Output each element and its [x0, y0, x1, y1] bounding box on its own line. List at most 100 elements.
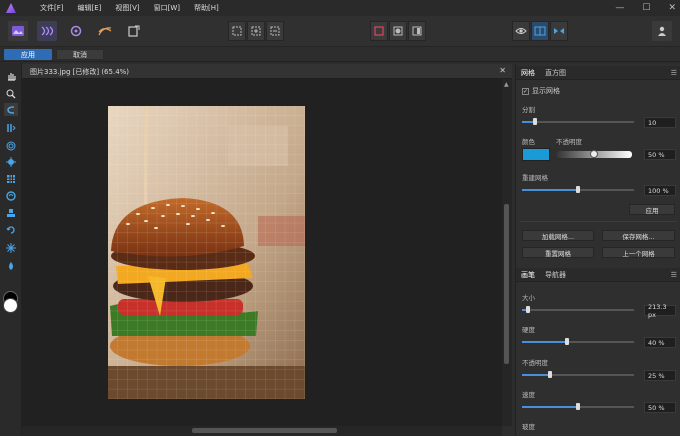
minimize-button[interactable]: —: [615, 3, 624, 13]
divisions-label: 分割: [522, 106, 535, 114]
reconstruct-tool[interactable]: [4, 223, 18, 236]
account-button[interactable]: [652, 21, 672, 41]
select-add-button[interactable]: [247, 21, 265, 41]
opacity-knob[interactable]: [590, 150, 598, 158]
horizontal-scrollbar[interactable]: [22, 426, 502, 436]
tools-panel: [0, 63, 22, 436]
flow-value[interactable]: 50 %: [644, 402, 676, 413]
menu-file[interactable]: 文件[F]: [40, 3, 64, 13]
brush-opacity-slider[interactable]: [522, 371, 634, 378]
burst-icon: [6, 156, 16, 167]
persona-liquify-button[interactable]: [37, 21, 57, 41]
photo-persona-icon: [12, 26, 24, 36]
punch-tool[interactable]: [4, 155, 18, 168]
load-grid-button[interactable]: 加载网格...: [522, 230, 594, 241]
cancel-button[interactable]: 取消: [56, 49, 104, 60]
previous-grid-button[interactable]: 上一个网格: [602, 247, 675, 258]
pinch-tool[interactable]: [4, 139, 18, 152]
mask-on-button[interactable]: [389, 21, 407, 41]
zoom-tool[interactable]: [4, 87, 18, 100]
menu-window[interactable]: 窗口[W]: [154, 3, 180, 13]
grid-apply-button[interactable]: 应用: [629, 204, 675, 215]
zoom-icon: [6, 89, 16, 98]
close-window-button[interactable]: ✕: [668, 3, 676, 13]
color-swatches[interactable]: [3, 291, 19, 313]
reset-grid-label: 重建网格: [522, 174, 548, 182]
opacity-gradient-slider[interactable]: [556, 150, 632, 158]
canvas-area[interactable]: [22, 79, 502, 426]
brush-panel-menu-icon[interactable]: ☰: [671, 271, 677, 279]
hand-tool[interactable]: [4, 69, 18, 82]
reset-grid-value[interactable]: 100 %: [644, 185, 676, 196]
select-subtract-button[interactable]: [266, 21, 284, 41]
context-toolbar: 应用 取消: [0, 47, 680, 62]
forward-warp-tool[interactable]: [4, 103, 18, 116]
show-grid-row[interactable]: ✓ 显示网格: [522, 86, 560, 96]
divisions-value[interactable]: 10: [644, 117, 676, 128]
menu-view[interactable]: 视图[V]: [115, 3, 139, 13]
hardness-slider[interactable]: [522, 338, 634, 345]
save-grid-button[interactable]: 保存网格...: [602, 230, 675, 241]
menu-help[interactable]: 帮助[H]: [194, 3, 219, 13]
turbulence-tool[interactable]: [4, 189, 18, 202]
liquify-persona-icon: [41, 26, 54, 36]
grid-color-swatch[interactable]: [522, 148, 550, 161]
persona-develop-button[interactable]: [66, 21, 86, 41]
opacity-value[interactable]: 50 %: [644, 149, 676, 160]
hardness-label: 硬度: [522, 326, 535, 334]
mask-overlay-button[interactable]: [408, 21, 426, 41]
select-new-icon: [232, 26, 242, 36]
hardness-value[interactable]: 40 %: [644, 337, 676, 348]
persona-export-button[interactable]: [124, 21, 144, 41]
develop-persona-icon: [70, 25, 82, 37]
mesh-clone-tool[interactable]: [4, 172, 18, 185]
view-preview-button[interactable]: [512, 21, 530, 41]
freeze-tool[interactable]: [4, 241, 18, 254]
tab-navigator[interactable]: 导航器: [540, 270, 571, 280]
maximize-button[interactable]: ☐: [642, 3, 650, 13]
menu-edit[interactable]: 编辑[E]: [78, 3, 102, 13]
tab-grid[interactable]: 网格: [516, 68, 540, 78]
flow-slider[interactable]: [522, 403, 634, 410]
background-color[interactable]: [3, 298, 18, 313]
reconstruct-icon: [6, 225, 15, 234]
burger-photo[interactable]: [108, 106, 305, 399]
hand-icon: [8, 72, 16, 81]
tone-mapping-persona-icon: [98, 27, 112, 36]
select-new-button[interactable]: [228, 21, 246, 41]
clone-tool[interactable]: [4, 206, 18, 219]
twirl-tool[interactable]: [4, 121, 18, 134]
show-grid-checkbox[interactable]: ✓: [522, 87, 529, 95]
eye-icon: [515, 28, 527, 34]
horizontal-scroll-thumb[interactable]: [192, 428, 337, 433]
flow-label: 速度: [522, 391, 535, 399]
reset-grid-slider[interactable]: [522, 186, 634, 193]
close-document-button[interactable]: ✕: [499, 66, 506, 75]
scroll-up-arrow-icon[interactable]: ▲: [504, 81, 509, 88]
color-label: 颜色: [522, 138, 535, 146]
document-title: 图片333.jpg [已修改] (65.4%): [30, 68, 130, 76]
size-slider[interactable]: [522, 306, 634, 313]
quickmask-group: [370, 21, 426, 41]
vertical-scrollbar[interactable]: ▲: [502, 79, 512, 426]
snowflake-icon: [6, 242, 16, 253]
document-tab[interactable]: 图片333.jpg [已修改] (65.4%) ✕: [22, 64, 512, 79]
view-split-button[interactable]: [531, 21, 549, 41]
apply-button[interactable]: 应用: [4, 49, 52, 60]
tab-histogram[interactable]: 直方图: [540, 68, 571, 78]
reset-grid-button[interactable]: 重置网格: [522, 247, 594, 258]
panel-menu-icon[interactable]: ☰: [671, 69, 677, 77]
brush-opacity-value[interactable]: 25 %: [644, 370, 676, 381]
vertical-scroll-thumb[interactable]: [504, 204, 509, 364]
bars-icon: [7, 123, 16, 132]
thaw-tool[interactable]: [4, 259, 18, 272]
persona-photo-button[interactable]: [8, 21, 28, 41]
view-mirror-button[interactable]: [550, 21, 568, 41]
mask-off-button[interactable]: [370, 21, 388, 41]
divisions-slider[interactable]: [522, 118, 634, 125]
split-view-icon: [534, 26, 546, 36]
persona-tonemap-button[interactable]: [95, 21, 115, 41]
drop-icon: [9, 261, 13, 270]
size-value[interactable]: 213.3 px: [644, 303, 676, 319]
tab-brush[interactable]: 画笔: [516, 270, 540, 280]
